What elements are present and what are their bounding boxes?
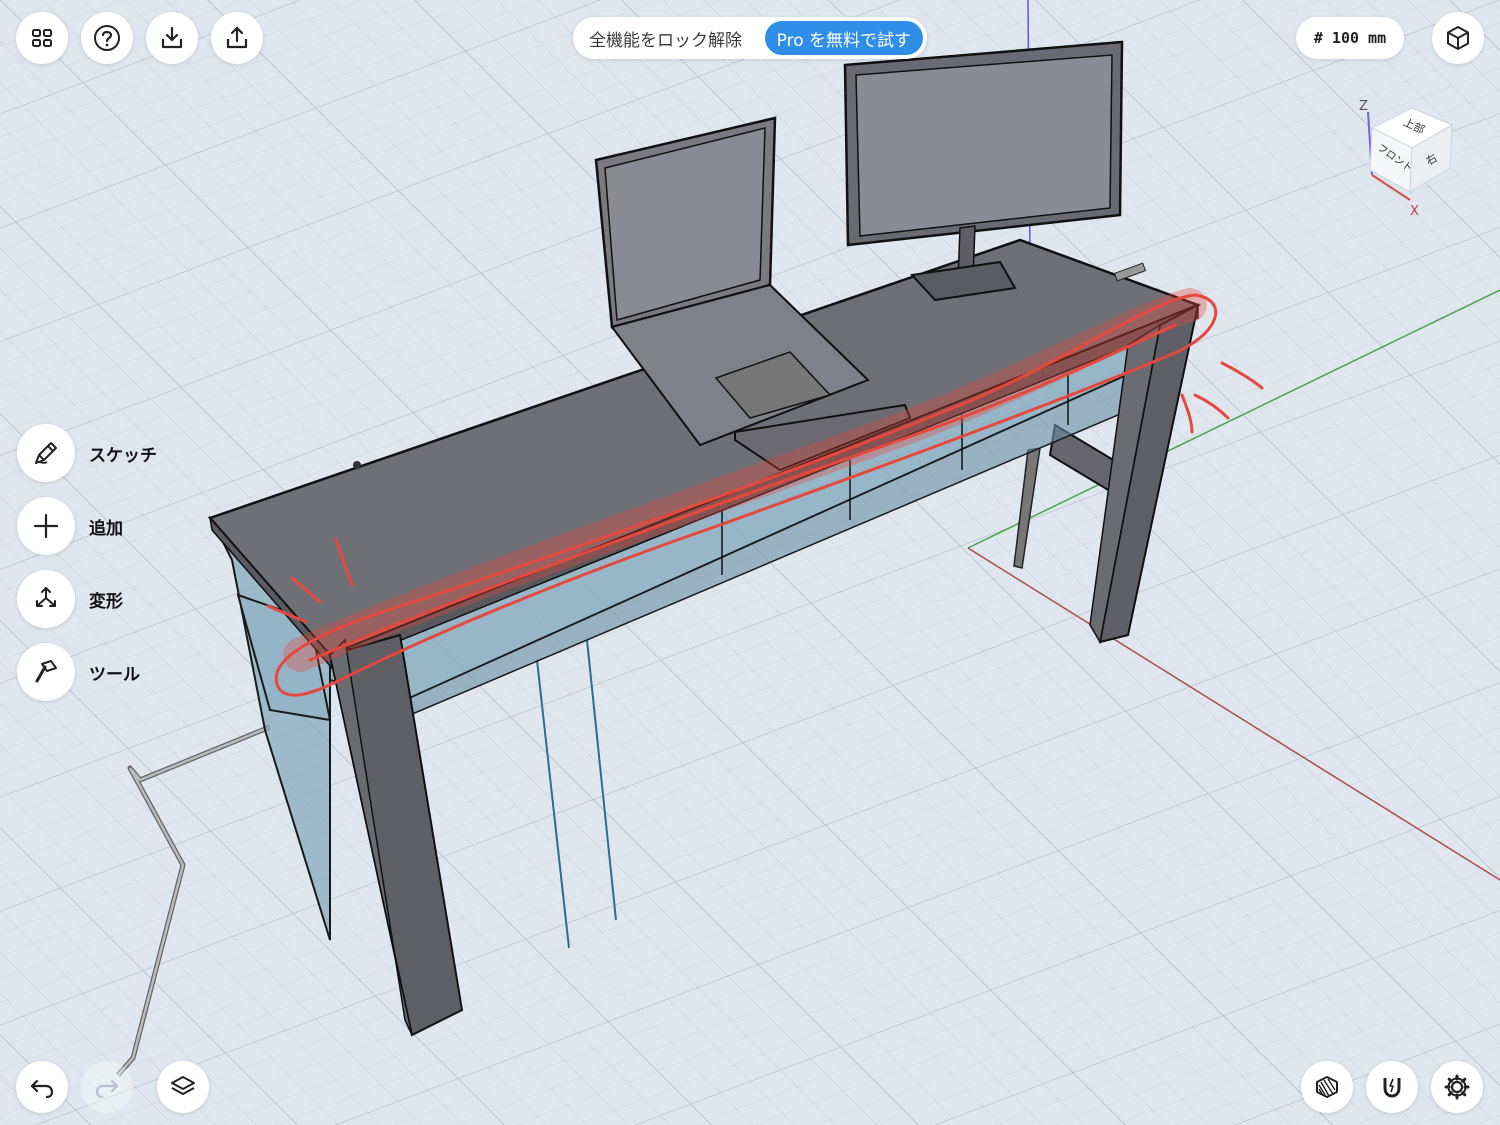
undo-icon	[30, 1079, 54, 1099]
add-tool[interactable]: 追加	[17, 497, 123, 555]
undo-button[interactable]	[16, 1061, 68, 1113]
material-button[interactable]	[1301, 1061, 1353, 1113]
axis-x-label: X	[1410, 204, 1419, 219]
try-pro-button[interactable]: Pro を無料で試す	[764, 21, 923, 55]
pen-icon	[35, 442, 57, 464]
layers-icon	[171, 1076, 195, 1095]
transform-icon	[36, 587, 56, 607]
material-icon	[1316, 1076, 1338, 1098]
help-icon	[94, 25, 120, 51]
unlock-banner: 全機能をロック解除 Pro を無料で試す	[573, 17, 927, 59]
unlock-text: 全機能をロック解除	[589, 30, 742, 51]
help-button[interactable]	[81, 12, 133, 64]
axis-z-label: Z	[1359, 99, 1368, 114]
download-button[interactable]	[146, 12, 198, 64]
share-icon	[226, 26, 248, 49]
tools-tool[interactable]: ツール	[17, 643, 140, 701]
snap-button[interactable]	[1366, 1061, 1418, 1113]
view-mode-button[interactable]	[1432, 12, 1484, 64]
download-icon	[161, 26, 183, 49]
settings-button[interactable]	[1431, 1061, 1483, 1113]
apps-grid-icon	[32, 29, 52, 47]
cube-view-icon	[1447, 26, 1469, 50]
layers-button[interactable]	[157, 1061, 209, 1113]
hammer-icon	[35, 660, 57, 683]
3d-viewport[interactable]: Z X 上部 フロント 右	[0, 0, 1500, 1125]
apps-grid-button[interactable]	[16, 12, 68, 64]
grid-size-button[interactable]: # 100 mm	[1296, 17, 1404, 59]
sketch-tool-label: スケッチ	[89, 445, 157, 466]
transform-tool[interactable]: 変形	[17, 570, 123, 628]
sketch-tool[interactable]: スケッチ	[17, 424, 157, 482]
magnet-icon	[1383, 1078, 1401, 1098]
screw	[353, 461, 361, 469]
gear-icon	[1444, 1074, 1470, 1100]
transform-tool-label: 変形	[89, 591, 123, 612]
grid-size-label: # 100 mm	[1313, 29, 1387, 47]
redo-icon	[95, 1079, 119, 1099]
redo-button[interactable]	[81, 1061, 133, 1113]
plus-icon	[33, 513, 59, 539]
share-button[interactable]	[211, 12, 263, 64]
tools-tool-label: ツール	[89, 664, 140, 685]
add-tool-label: 追加	[89, 518, 123, 539]
